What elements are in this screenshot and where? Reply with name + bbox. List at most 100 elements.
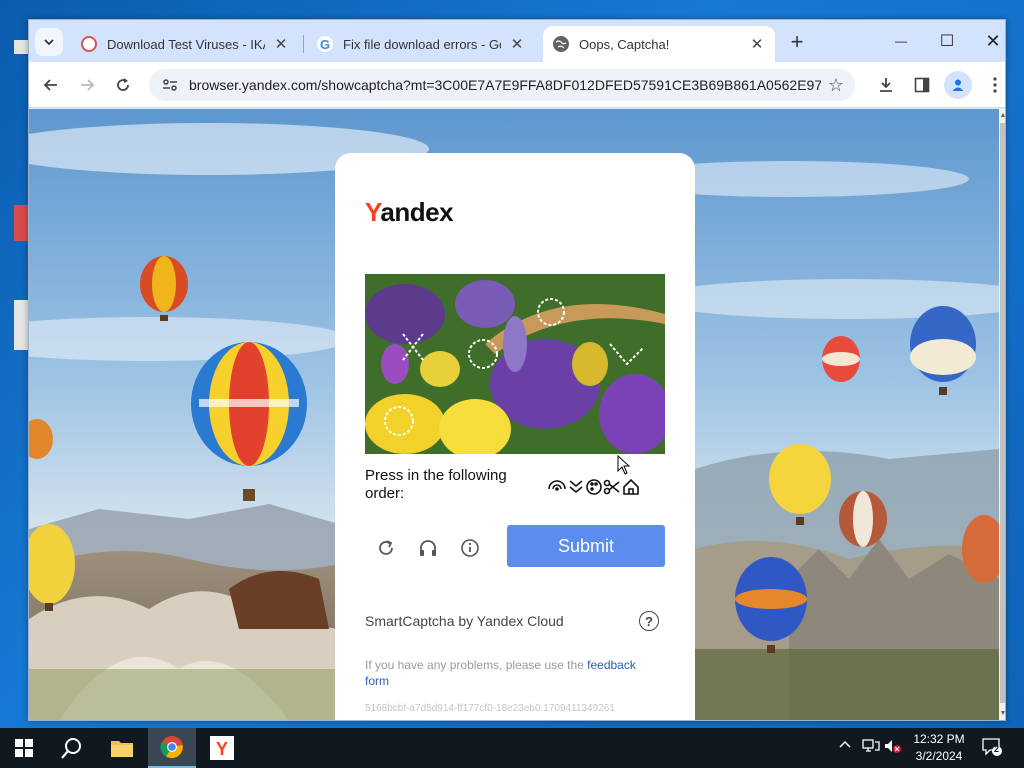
close-icon[interactable]: ✕ xyxy=(509,36,525,53)
home-icon xyxy=(623,478,639,495)
refresh-captcha-button[interactable] xyxy=(373,535,399,561)
desktop-background xyxy=(0,0,28,728)
desktop-icon-fragment xyxy=(14,300,28,350)
desktop-icon-fragment xyxy=(14,205,28,241)
arrow-right-icon xyxy=(81,79,95,91)
reload-icon xyxy=(117,78,129,91)
tab-search-button[interactable] xyxy=(35,28,63,56)
notifications-button[interactable]: 2 xyxy=(982,738,1002,756)
search-button[interactable] xyxy=(48,728,96,768)
captcha-image[interactable] xyxy=(365,274,665,454)
system-clock[interactable]: 12:32 PM 3/2/2024 xyxy=(904,731,974,765)
start-button[interactable] xyxy=(0,728,48,768)
minimize-icon: — xyxy=(895,34,907,48)
windows-icon xyxy=(15,739,33,757)
captcha-card: Yandex Press in the following order: Sub… xyxy=(335,153,695,720)
info-button[interactable] xyxy=(457,535,483,561)
refresh-icon xyxy=(379,540,393,555)
folder-icon xyxy=(111,741,133,757)
info-icon xyxy=(461,539,479,557)
kebab-menu-icon xyxy=(993,77,997,93)
mouse-cursor-icon xyxy=(617,455,631,475)
new-tab-button[interactable]: + xyxy=(785,29,809,54)
logo-text: andex xyxy=(380,197,454,227)
volume-button[interactable] xyxy=(884,738,902,757)
desktop-icon-fragment xyxy=(14,40,28,54)
submit-button[interactable]: Submit xyxy=(507,525,665,567)
downloads-button[interactable] xyxy=(872,71,900,99)
audio-captcha-button[interactable] xyxy=(415,535,441,561)
scrollbar-thumb[interactable] xyxy=(1000,123,1005,703)
scroll-down-icon[interactable]: ▼ xyxy=(999,709,1005,719)
network-icon xyxy=(862,739,880,752)
close-window-button[interactable]: ✕ xyxy=(970,28,1005,54)
menu-button[interactable] xyxy=(981,71,1005,99)
chrome-icon xyxy=(160,736,183,759)
side-panel-icon xyxy=(914,77,930,93)
maximize-button[interactable]: ☐ xyxy=(924,28,970,54)
profile-button[interactable] xyxy=(944,71,972,99)
logo-letter-y: Y xyxy=(365,197,381,227)
forward-button[interactable] xyxy=(73,71,101,99)
plus-icon: + xyxy=(790,29,804,54)
clock-date: 3/2/2024 xyxy=(915,749,963,763)
tab-separator xyxy=(303,35,304,53)
notification-count: 2 xyxy=(994,744,1000,754)
balloon xyxy=(839,491,887,547)
svg-text:Y: Y xyxy=(216,739,228,759)
tab-title: Fix file download errors - Google xyxy=(343,36,501,52)
tab-google[interactable]: G Fix file download errors - Google ✕ xyxy=(307,26,535,62)
close-icon[interactable]: ✕ xyxy=(749,36,765,53)
tab-title: Oops, Captcha! xyxy=(579,36,670,52)
browser-toolbar: browser.yandex.com/showcaptcha?mt=3C00E7… xyxy=(29,62,1005,108)
page-content: Yandex Press in the following order: Sub… xyxy=(29,109,999,720)
chevron-up-icon xyxy=(839,740,851,748)
show-hidden-icons-button[interactable] xyxy=(838,738,852,755)
page-scrollbar[interactable]: ▲ ▼ xyxy=(999,109,1005,720)
bookmark-star-icon[interactable]: ☆ xyxy=(821,75,851,96)
google-icon: G xyxy=(317,36,333,52)
order-icons xyxy=(548,478,639,495)
yandex-taskbar-button[interactable]: Y xyxy=(198,728,246,768)
question-icon: ? xyxy=(645,613,653,629)
globe-icon xyxy=(553,36,569,52)
chrome-taskbar-button[interactable] xyxy=(148,728,196,768)
instruction-text: Press in the following order: xyxy=(365,467,507,502)
tab-strip: Download Test Viruses - IKARUS ✕ G Fix f… xyxy=(29,20,1005,62)
scissors-icon xyxy=(603,479,620,495)
tab-captcha[interactable]: Oops, Captcha! ✕ xyxy=(543,26,775,62)
scroll-up-icon[interactable]: ▲ xyxy=(999,111,1005,121)
tab-title: Download Test Viruses - IKARUS xyxy=(107,36,265,52)
file-explorer-button[interactable] xyxy=(98,728,146,768)
maximize-icon: ☐ xyxy=(939,33,955,50)
yandex-logo: Yandex xyxy=(365,197,454,228)
site-info-icon[interactable] xyxy=(155,73,185,97)
close-icon[interactable]: ✕ xyxy=(273,36,289,53)
problems-text: If you have any problems, please use the xyxy=(365,658,588,672)
url-text[interactable]: browser.yandex.com/showcaptcha?mt=3C00E7… xyxy=(189,77,821,93)
headphones-icon xyxy=(420,540,436,556)
profile-icon xyxy=(952,79,964,91)
yandex-browser-icon: Y xyxy=(210,736,234,760)
chevrons-down-icon xyxy=(569,480,583,494)
smartcaptcha-brand: SmartCaptcha by Yandex Cloud xyxy=(365,613,564,629)
chevron-down-icon xyxy=(44,39,54,46)
reload-button[interactable] xyxy=(109,71,137,99)
volume-muted-icon xyxy=(885,740,901,753)
back-button[interactable] xyxy=(37,71,65,99)
address-bar[interactable]: browser.yandex.com/showcaptcha?mt=3C00E7… xyxy=(149,69,855,101)
download-icon xyxy=(880,78,892,92)
captcha-id: 5168bcbf-a7d5d914-ff177cf0-18e23eb0:1709… xyxy=(365,703,615,714)
minimize-button[interactable]: — xyxy=(878,28,924,54)
network-button[interactable] xyxy=(862,738,880,757)
balloon xyxy=(822,336,860,382)
ikarus-icon xyxy=(81,36,97,52)
tab-ikarus[interactable]: Download Test Viruses - IKARUS ✕ xyxy=(71,26,299,62)
palette-icon xyxy=(586,479,602,495)
side-panel-button[interactable] xyxy=(908,71,936,99)
help-button[interactable]: ? xyxy=(639,611,659,631)
browser-window: Download Test Viruses - IKARUS ✕ G Fix f… xyxy=(28,19,1006,721)
wifi-icon xyxy=(548,480,566,491)
search-icon xyxy=(61,738,81,759)
close-icon: ✕ xyxy=(985,30,1001,51)
